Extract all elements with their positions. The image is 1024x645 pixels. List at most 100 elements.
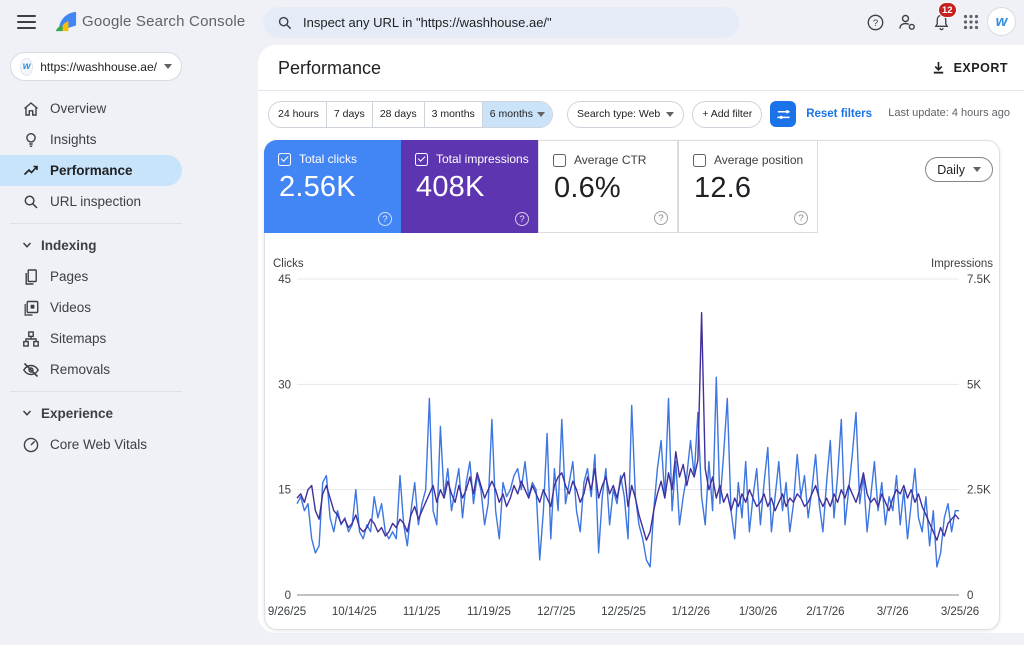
metric-tiles: Total clicks 2.56K? Total impressions 408K?… <box>264 140 818 233</box>
metric-card-total-clicks[interactable]: Total clicks 2.56K? <box>264 140 401 233</box>
checkbox-checked[interactable] <box>278 152 291 166</box>
checkbox-checked[interactable] <box>415 152 428 166</box>
search-icon <box>278 16 292 29</box>
search-input[interactable]: Inspect any URL in "https://washhouse.ae… <box>303 15 552 30</box>
chevron-down-icon <box>22 406 32 421</box>
svg-text:3/7/26: 3/7/26 <box>877 606 909 618</box>
metric-card-average-position[interactable]: Average position 12.6? <box>678 140 818 233</box>
help-icon[interactable]: ? <box>515 212 529 226</box>
checkbox-unchecked[interactable] <box>693 153 706 167</box>
reset-filters-link[interactable]: Reset filters <box>806 108 872 120</box>
svg-text:?: ? <box>872 17 877 28</box>
svg-text:15: 15 <box>278 485 291 497</box>
sidebar-item-sitemaps[interactable]: Sitemaps <box>0 323 182 354</box>
url-inspect-search[interactable]: Inspect any URL in "https://washhouse.ae… <box>263 7 739 38</box>
interval-dropdown[interactable]: Daily <box>925 157 993 182</box>
add-filter-chip[interactable]: + Add filter <box>692 100 763 128</box>
sidebar-section-experience[interactable]: Experience <box>0 398 250 429</box>
metric-card-total-impressions[interactable]: Total impressions 408K? <box>401 140 538 233</box>
menu-icon[interactable] <box>17 14 36 30</box>
help-icon[interactable]: ? <box>794 211 808 225</box>
chevron-down-icon <box>164 64 172 69</box>
sidebar-divider <box>10 391 182 392</box>
chevron-down-icon <box>537 111 545 117</box>
svg-text:10/14/25: 10/14/25 <box>332 606 377 618</box>
insights-icon <box>22 131 40 149</box>
svg-text:12/25/25: 12/25/25 <box>601 606 646 618</box>
metric-value: 408K <box>416 171 485 203</box>
range-chip-3-months[interactable]: 3 months <box>423 101 482 127</box>
notification-count-badge: 12 <box>938 2 957 18</box>
filter-toggle-button[interactable] <box>770 101 797 127</box>
help-icon[interactable]: ? <box>654 211 668 225</box>
checkbox-unchecked[interactable] <box>553 153 566 167</box>
svg-text:0: 0 <box>285 590 291 602</box>
sidebar-item-core-web-vitals[interactable]: Core Web Vitals <box>0 429 182 460</box>
property-url: https://washhouse.ae/ <box>40 59 157 74</box>
performance-line-chart[interactable]: 45 7.5K 30 5K 15 2.5K 0 0 Clicks Impressions 9/26/… <box>265 249 999 629</box>
search-icon <box>22 193 40 211</box>
sidebar-item-url-inspection[interactable]: URL inspection <box>0 186 182 217</box>
last-update-label: Last update: 4 hours ago <box>888 107 1010 119</box>
export-button[interactable]: EXPORT <box>931 60 1008 75</box>
main-panel: Performance EXPORT 24 hours 7 days 28 days… <box>258 45 1024 633</box>
range-chip-24-hours[interactable]: 24 hours <box>269 102 326 127</box>
sitemaps-icon <box>22 330 40 348</box>
svg-text:9/26/25: 9/26/25 <box>268 606 306 618</box>
svg-text:Clicks: Clicks <box>273 258 304 270</box>
sidebar-item-insights[interactable]: Insights <box>0 124 182 155</box>
sidebar-item-performance[interactable]: Performance <box>0 155 182 186</box>
user-settings-icon[interactable] <box>894 9 920 35</box>
metric-label: Average CTR <box>574 153 647 167</box>
download-icon <box>933 61 943 74</box>
svg-text:7.5K: 7.5K <box>967 274 991 286</box>
chevron-down-icon <box>22 238 32 253</box>
date-range-segmented: 24 hours 7 days 28 days 3 months 6 months <box>268 100 553 128</box>
divider <box>258 90 1024 91</box>
search-console-logo <box>55 11 77 32</box>
search-type-chip[interactable]: Search type: Web <box>567 100 685 128</box>
tune-icon <box>777 109 790 119</box>
pages-icon <box>22 268 40 286</box>
svg-text:2.5K: 2.5K <box>967 485 991 497</box>
metric-label: Total impressions <box>436 152 529 166</box>
metric-value: 12.6 <box>694 172 752 204</box>
metric-label: Average position <box>714 153 804 167</box>
property-selector[interactable]: w https://washhouse.ae/ <box>10 52 182 81</box>
range-chip-28-days[interactable]: 28 days <box>371 101 424 127</box>
metric-value: 2.56K <box>279 171 356 203</box>
metric-value: 0.6% <box>554 172 621 204</box>
core-web-vitals-icon <box>22 436 40 454</box>
apps-grid-icon[interactable] <box>958 9 984 35</box>
sidebar-section-indexing[interactable]: Indexing <box>0 230 250 261</box>
metric-label: Total clicks <box>299 152 358 166</box>
svg-text:12/7/25: 12/7/25 <box>537 606 575 618</box>
sidebar-item-videos[interactable]: Videos <box>0 292 182 323</box>
sidebar-nav: Overview Insights Performance URL inspectio… <box>0 93 250 460</box>
sidebar-item-removals[interactable]: Removals <box>0 354 182 385</box>
svg-text:0: 0 <box>967 590 973 602</box>
avatar[interactable]: w <box>987 7 1016 36</box>
svg-text:Impressions: Impressions <box>931 258 993 270</box>
property-favicon: w <box>20 57 34 76</box>
help-icon[interactable]: ? <box>378 212 392 226</box>
removals-icon <box>22 361 40 379</box>
help-icon[interactable]: ? <box>862 9 888 35</box>
range-chip-6-months[interactable]: 6 months <box>481 101 552 127</box>
performance-chart-card: Total clicks 2.56K? Total impressions 408K?… <box>264 140 1000 630</box>
svg-text:3/25/26: 3/25/26 <box>941 606 979 618</box>
performance-icon <box>22 162 40 180</box>
svg-text:2/17/26: 2/17/26 <box>806 606 844 618</box>
notifications-icon[interactable]: 12 <box>928 2 957 35</box>
svg-text:45: 45 <box>278 274 291 286</box>
sidebar-item-pages[interactable]: Pages <box>0 261 182 292</box>
metric-card-average-ctr[interactable]: Average CTR 0.6%? <box>538 140 678 233</box>
svg-text:5K: 5K <box>967 379 981 391</box>
home-icon <box>22 100 40 118</box>
sidebar-item-overview[interactable]: Overview <box>0 93 182 124</box>
range-chip-7-days[interactable]: 7 days <box>325 101 372 127</box>
svg-text:30: 30 <box>278 379 291 391</box>
product-name: Google Search Console <box>82 13 246 30</box>
top-app-bar: Google Search Console Inspect any URL in… <box>0 0 1024 45</box>
svg-text:1/12/26: 1/12/26 <box>672 606 710 618</box>
